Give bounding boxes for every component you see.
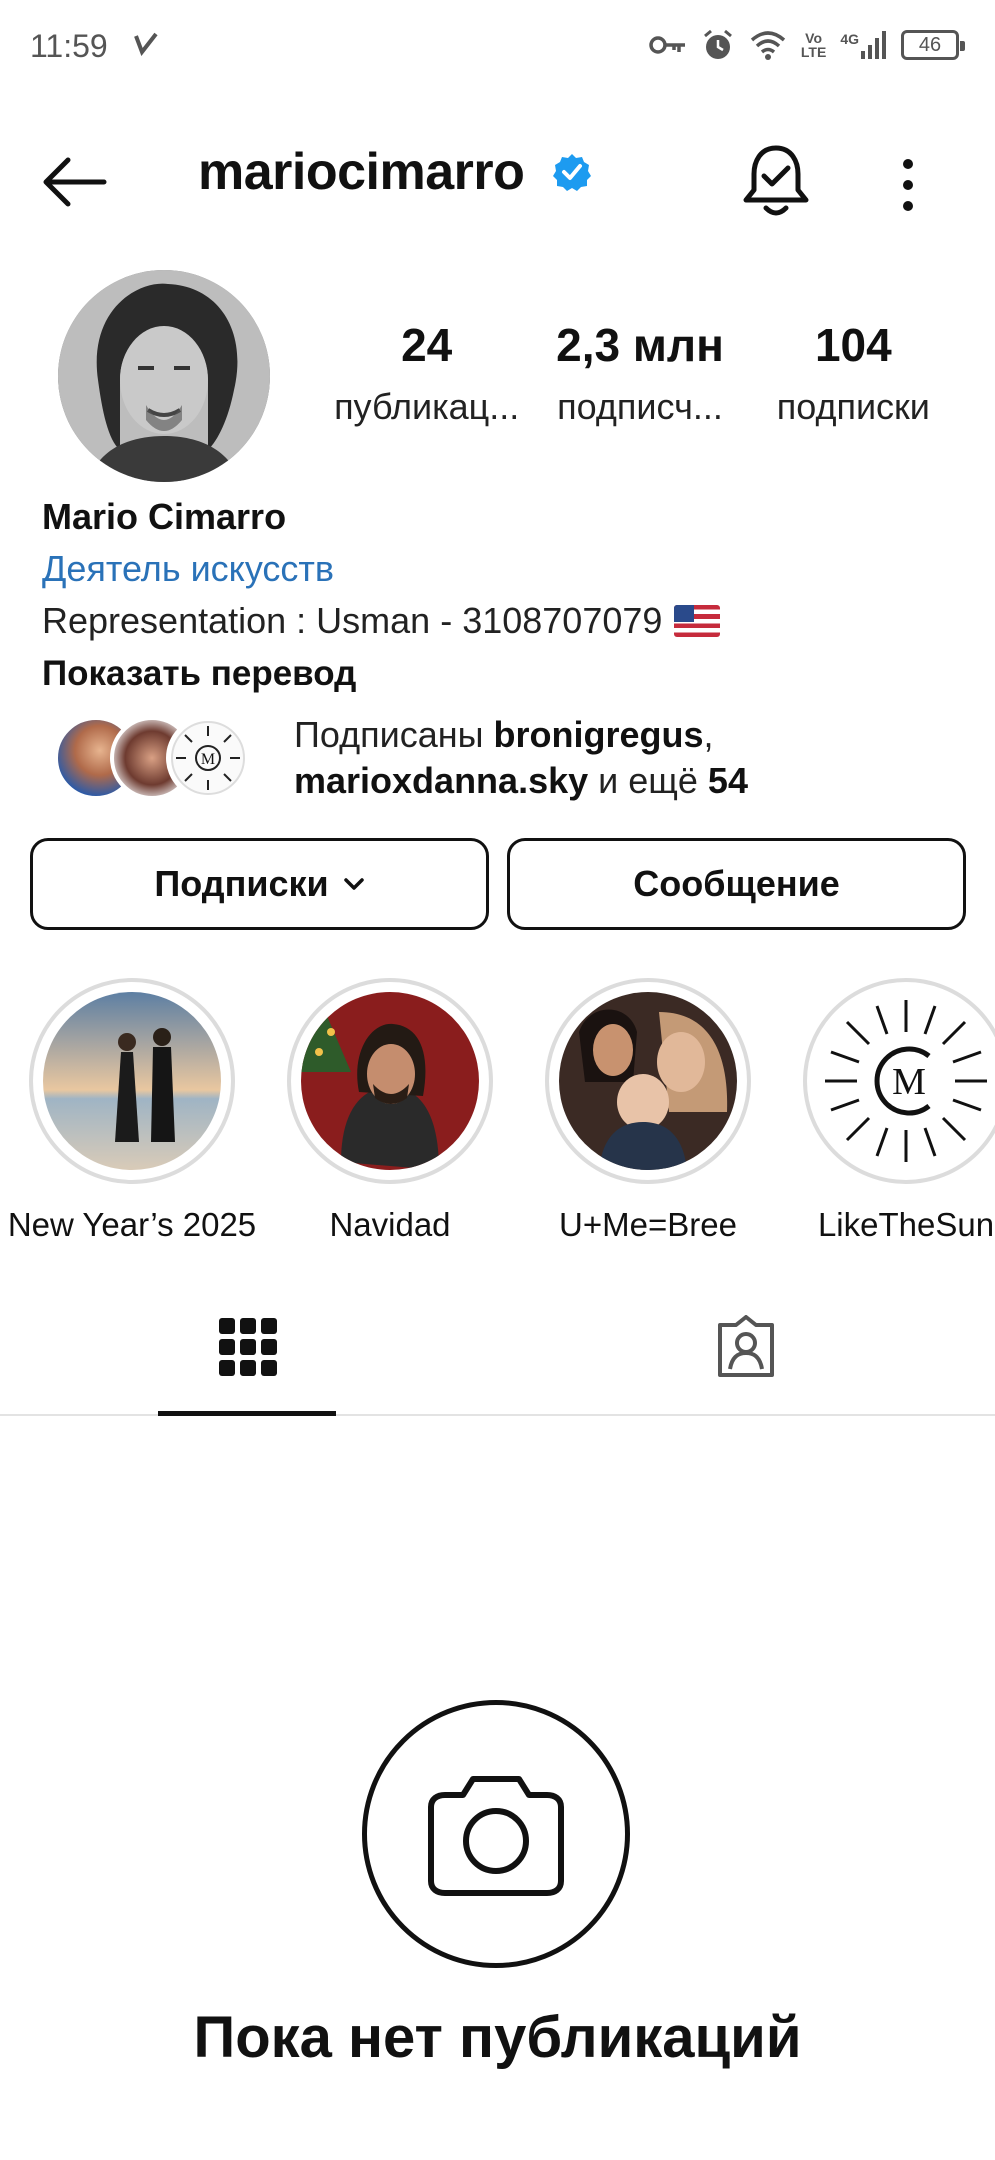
profile-category-link[interactable]: Деятель искусств [42, 548, 334, 590]
tab-posts-grid[interactable] [158, 1280, 338, 1414]
more-vertical-icon [903, 159, 913, 211]
bell-check-icon [743, 145, 809, 216]
wifi-icon [749, 30, 787, 60]
highlight-cover [559, 992, 737, 1170]
profile-avatar[interactable] [58, 270, 270, 482]
empty-posts-icon-circle [362, 1700, 630, 1968]
tab-tagged[interactable] [656, 1280, 836, 1414]
profile-header: mariocimarro [0, 130, 995, 240]
show-translation-link[interactable]: Показать перевод [42, 654, 356, 694]
us-flag-icon [674, 605, 721, 637]
highlight-cover: M [817, 992, 995, 1170]
bio-text: Representation : Usman - 3108707079 [42, 600, 663, 641]
battery-indicator: 46 [901, 30, 965, 60]
key-icon [649, 34, 687, 56]
status-time: 11:59 [30, 28, 108, 64]
stat-following[interactable]: 104 подписки [747, 318, 960, 438]
mutual-avatars: M [54, 716, 274, 800]
highlight-item[interactable]: M LikeTheSun [776, 978, 995, 1238]
highlight-label: LikeTheSun [817, 1206, 995, 1238]
camera-icon [428, 1776, 564, 1896]
back-button[interactable] [38, 152, 108, 212]
profile-actions: Подписки Сообщение [30, 838, 966, 930]
highlight-label: U+Me=Bree [559, 1206, 737, 1238]
verified-badge-icon [552, 152, 592, 197]
svg-text:M: M [892, 1061, 926, 1103]
highlight-cover [43, 992, 221, 1170]
active-tab-indicator [158, 1411, 336, 1416]
story-highlights: New Year’s 2025 Navidad U+Me=Bree M Like… [0, 978, 995, 1238]
signal-icon: 4G [840, 31, 887, 59]
highlight-cover [301, 992, 479, 1170]
notifications-button[interactable] [740, 142, 812, 222]
profile-bio: Representation : Usman - 3108707079 [42, 600, 721, 642]
mutual-avatar: M [166, 716, 250, 800]
grid-icon [219, 1318, 277, 1376]
profile-username: mariocimarro [198, 143, 525, 201]
arrow-left-icon [43, 157, 107, 207]
check-icon [132, 30, 160, 61]
stat-posts-label: публикац... [334, 386, 520, 427]
svg-text:M: M [201, 751, 215, 768]
stat-followers-count: 2,3 млн [556, 319, 724, 371]
chevron-down-icon [343, 878, 364, 890]
profile-stats: 24 публикац... 2,3 млн подписч... 104 по… [320, 318, 960, 438]
highlight-item[interactable]: Navidad [260, 978, 520, 1238]
highlight-item[interactable]: U+Me=Bree [518, 978, 778, 1238]
message-button[interactable]: Сообщение [507, 838, 966, 930]
status-bar: 11:59 Vo LTE 4G 46 [0, 0, 995, 96]
stat-followers[interactable]: 2,3 млн подписч... [533, 318, 746, 438]
stat-following-label: подписки [776, 386, 930, 427]
stat-posts[interactable]: 24 публикац... [320, 318, 533, 438]
mutual-followers-text: Подписаны bronigregus, marioxdanna.sky и… [294, 714, 748, 801]
stat-following-count: 104 [814, 319, 892, 371]
status-icons: Vo LTE 4G 46 [649, 28, 965, 62]
profile-full-name: Mario Cimarro [42, 496, 287, 537]
highlight-label: New Year’s 2025 [7, 1206, 257, 1238]
profile-tabs [0, 1280, 995, 1416]
stat-posts-count: 24 [401, 319, 453, 371]
mutual-followers[interactable]: M Подписаны bronigregus, marioxdanna.sky… [54, 712, 954, 802]
mutual-user-link: marioxdanna.sky [294, 760, 589, 801]
empty-posts-title: Пока нет публикаций [193, 2005, 802, 2070]
alarm-icon [701, 28, 735, 62]
volte-indicator: Vo LTE [800, 30, 827, 60]
mutual-user-link: bronigregus [493, 714, 704, 755]
tagged-person-icon [718, 1315, 774, 1377]
stat-followers-label: подписч... [557, 386, 723, 427]
highlight-label: Navidad [329, 1206, 451, 1238]
following-button[interactable]: Подписки [30, 838, 489, 930]
more-options-button[interactable] [880, 150, 936, 220]
highlight-item[interactable]: New Year’s 2025 [2, 978, 262, 1238]
